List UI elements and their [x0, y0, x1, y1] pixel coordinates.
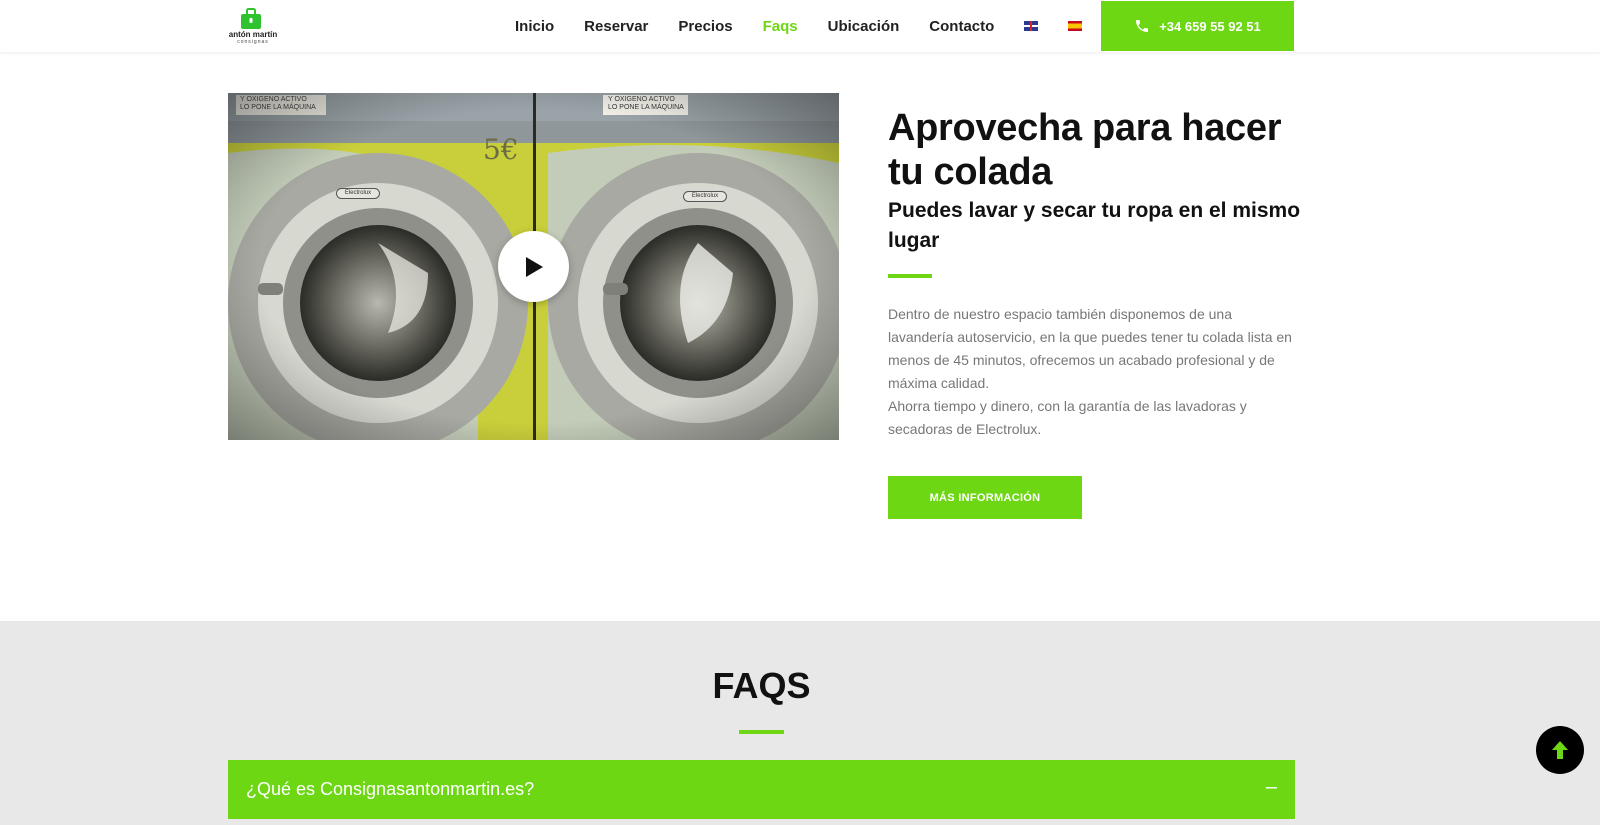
promo-paragraph-1: Dentro de nuestro espacio también dispon…	[888, 306, 1292, 391]
promo-paragraph-2: Ahorra tiempo y dinero, con la garantía …	[888, 398, 1247, 437]
spain-flag-icon[interactable]	[1068, 21, 1083, 31]
collapse-icon[interactable]: –	[1266, 776, 1277, 799]
play-button[interactable]	[498, 231, 569, 302]
suitcase-icon	[241, 8, 261, 29]
panel-left-line1: Y OXIGENO ACTIVO	[240, 96, 307, 103]
promo-description: Dentro de nuestro espacio también dispon…	[888, 303, 1298, 441]
faq-item[interactable]: ¿Qué es Consignasantonmartin.es? –	[228, 760, 1295, 819]
nav-item-precios[interactable]: Precios	[678, 18, 732, 35]
electrolux-badge-left: Electrolux	[336, 188, 380, 199]
logo[interactable]: antón martín consignas	[228, 6, 278, 46]
logo-subtitle: consignas	[237, 39, 269, 45]
faq-divider	[739, 730, 784, 734]
title-divider	[888, 274, 932, 278]
nav-item-reservar[interactable]: Reservar	[584, 18, 648, 35]
panel-right-line1: Y OXIGENO ACTIVO	[608, 96, 675, 103]
play-icon	[525, 256, 543, 277]
site-header: antón martín consignas Inicio Reservar P…	[0, 0, 1600, 52]
logo-name: antón martín	[228, 30, 278, 39]
panel-right-line2: LO PONE LA MÁQUINA	[608, 104, 684, 111]
nav-item-contacto[interactable]: Contacto	[929, 18, 994, 35]
electrolux-badge-right: Electrolux	[683, 191, 727, 202]
price-label: 5€	[483, 133, 519, 166]
faq-title: FAQS	[712, 665, 811, 706]
scroll-top-button[interactable]	[1536, 726, 1584, 774]
more-info-button[interactable]: MÁS INFORMACIÓN	[888, 476, 1082, 519]
main-nav: Inicio Reservar Precios Faqs Ubicación C…	[500, 0, 1097, 52]
phone-icon	[1136, 20, 1149, 32]
promo-subtitle: Puedes lavar y secar tu ropa en el mismo…	[888, 199, 1301, 252]
arrow-up-icon	[1552, 741, 1568, 759]
promo-title: Aprovecha para hacer tu colada	[888, 107, 1282, 193]
nav-item-inicio[interactable]: Inicio	[515, 18, 554, 35]
phone-number: +34 659 55 92 51	[1159, 18, 1261, 34]
faq-question: ¿Qué es Consignasantonmartin.es?	[246, 779, 535, 799]
phone-button[interactable]: +34 659 55 92 51	[1101, 1, 1294, 51]
laundry-video[interactable]: 5€ Y OXIGENO ACTIVO LO PONE LA MÁQUINA Y…	[228, 93, 839, 440]
nav-item-ubicacion[interactable]: Ubicación	[828, 18, 900, 35]
nav-item-faqs[interactable]: Faqs	[763, 18, 798, 35]
uk-flag-icon[interactable]	[1024, 21, 1039, 31]
panel-left-line2: LO PONE LA MÁQUINA	[240, 104, 316, 111]
